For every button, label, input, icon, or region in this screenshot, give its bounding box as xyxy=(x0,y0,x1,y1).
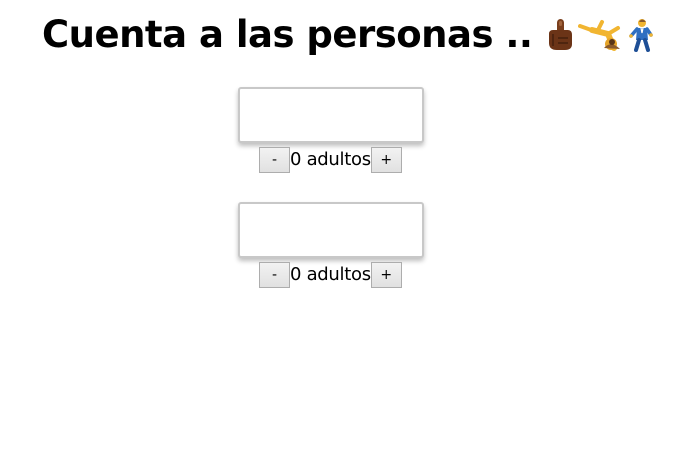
pointing-up-finger-icon xyxy=(549,19,573,50)
count-label: 0 adultos xyxy=(290,149,371,170)
count-display xyxy=(238,202,424,258)
person-walking-icon xyxy=(629,19,654,52)
counter-controls: - 0 adultos + xyxy=(259,262,402,288)
counter-1: - 0 adultos + xyxy=(238,87,424,173)
increment-button[interactable]: + xyxy=(370,262,402,288)
counter-controls: - 0 adultos + xyxy=(259,147,402,173)
count-label: 0 adultos xyxy=(290,264,371,285)
count-display xyxy=(238,87,424,143)
decrement-button[interactable]: - xyxy=(259,147,290,173)
increment-button[interactable]: + xyxy=(370,147,402,173)
page: Cuenta a las personas .. - 0 adultos + -… xyxy=(0,0,676,470)
decrement-button[interactable]: - xyxy=(259,262,290,288)
page-title: Cuenta a las personas .. xyxy=(42,10,656,60)
acrobat-cartwheel-icon xyxy=(578,20,621,51)
counter-2: - 0 adultos + xyxy=(238,202,424,288)
title-text: Cuenta a las personas .. xyxy=(42,13,533,56)
title-emojis xyxy=(544,18,656,52)
